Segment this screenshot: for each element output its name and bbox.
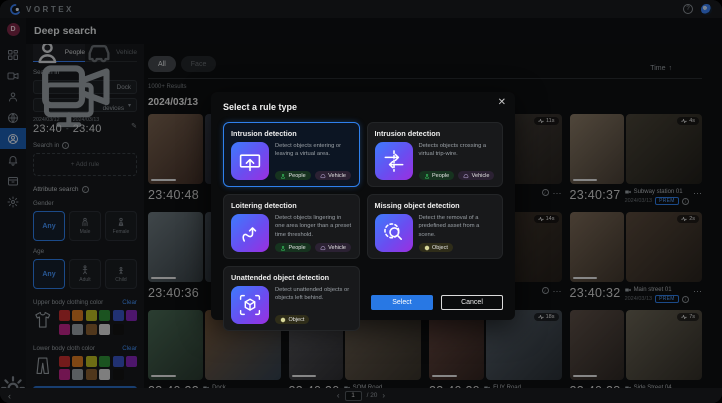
rule-card-tags: People Vehicle (419, 168, 496, 180)
rule-type-modal: Select a rule type ✕ Intrusion detection… (211, 92, 515, 320)
rule-card-description: Detects objects crossing a virtual trip-… (419, 142, 496, 159)
rule-card-description: Detect objects entering or leaving a vir… (275, 142, 352, 159)
rule-card[interactable]: Missing object detection Detect the remov… (367, 194, 504, 259)
rule-card-content: Detect unattended objects or objects lef… (275, 286, 352, 324)
rule-card-content: Detect the removal of a predefined asset… (419, 214, 496, 252)
close-icon[interactable]: ✕ (498, 97, 506, 108)
rule-loiter-icon (231, 214, 269, 252)
tag-label: People (432, 173, 449, 179)
rule-card[interactable]: Unattended object detection Detect unatte… (223, 266, 360, 331)
rule-card-tags: People Vehicle (275, 240, 352, 252)
car-icon (320, 245, 326, 251)
rule-card-content: Detect objects entering or leaving a vir… (275, 142, 352, 180)
tag-label: People (289, 245, 306, 251)
car-icon (320, 173, 326, 179)
rule-card[interactable]: Intrusion detection Detects objects cross… (367, 122, 504, 187)
rule-unattended-icon (231, 286, 269, 324)
rule-card-tags: Object (275, 312, 352, 324)
rule-card-body: Detect unattended objects or objects lef… (231, 286, 352, 324)
tag-object: Object (275, 315, 309, 324)
tag-people: People (275, 171, 311, 180)
rule-card-title: Intrusion detection (231, 129, 352, 138)
app-window: VORTEX ? D Deep search People Vehicle Se… (0, 0, 722, 403)
rule-card-tags: Object (419, 240, 496, 252)
tag-people: People (275, 243, 311, 252)
tag-people: People (419, 171, 455, 180)
cancel-button[interactable]: Cancel (441, 295, 503, 310)
rule-missing-icon (375, 214, 413, 252)
rule-card-body: Detects objects crossing a virtual trip-… (375, 142, 496, 180)
rule-card-description: Detect unattended objects or objects lef… (275, 286, 352, 303)
rule-card[interactable]: Loitering detection Detect objects linger… (223, 194, 360, 259)
rule-card-title: Intrusion detection (375, 129, 496, 138)
tag-label: Vehicle (472, 173, 490, 179)
tag-label: Vehicle (328, 245, 346, 251)
cube-icon (280, 317, 286, 323)
select-button[interactable]: Select (371, 295, 433, 310)
rule-area-icon (231, 142, 269, 180)
rule-card[interactable]: Intrusion detection Detect objects enteri… (223, 122, 360, 187)
cube-icon (424, 245, 430, 251)
rule-card-content: Detects objects crossing a virtual trip-… (419, 142, 496, 180)
person-icon (424, 173, 430, 179)
modal-title: Select a rule type (223, 102, 503, 112)
rule-tripwire-icon (375, 142, 413, 180)
tag-label: People (289, 173, 306, 179)
person-icon (280, 245, 286, 251)
tag-vehicle: Vehicle (458, 171, 494, 180)
rule-card-tags: People Vehicle (275, 168, 352, 180)
rule-card-body: Detect objects lingering in one area lon… (231, 214, 352, 252)
rule-card-body: Detect the removal of a predefined asset… (375, 214, 496, 252)
rule-card-description: Detect objects lingering in one area lon… (275, 214, 352, 239)
rule-card-body: Detect objects entering or leaving a vir… (231, 142, 352, 180)
tag-vehicle: Vehicle (315, 171, 351, 180)
tag-label: Vehicle (328, 173, 346, 179)
rule-card-title: Loitering detection (231, 201, 352, 210)
rule-card-content: Detect objects lingering in one area lon… (275, 214, 352, 252)
rule-card-title: Missing object detection (375, 201, 496, 210)
tag-object: Object (419, 243, 453, 252)
rule-card-title: Unattended object detection (231, 273, 352, 282)
rule-card-description: Detect the removal of a predefined asset… (419, 214, 496, 239)
tag-label: Object (432, 245, 448, 251)
car-icon (463, 173, 469, 179)
person-icon (280, 173, 286, 179)
tag-label: Object (289, 317, 305, 323)
tag-vehicle: Vehicle (315, 243, 351, 252)
